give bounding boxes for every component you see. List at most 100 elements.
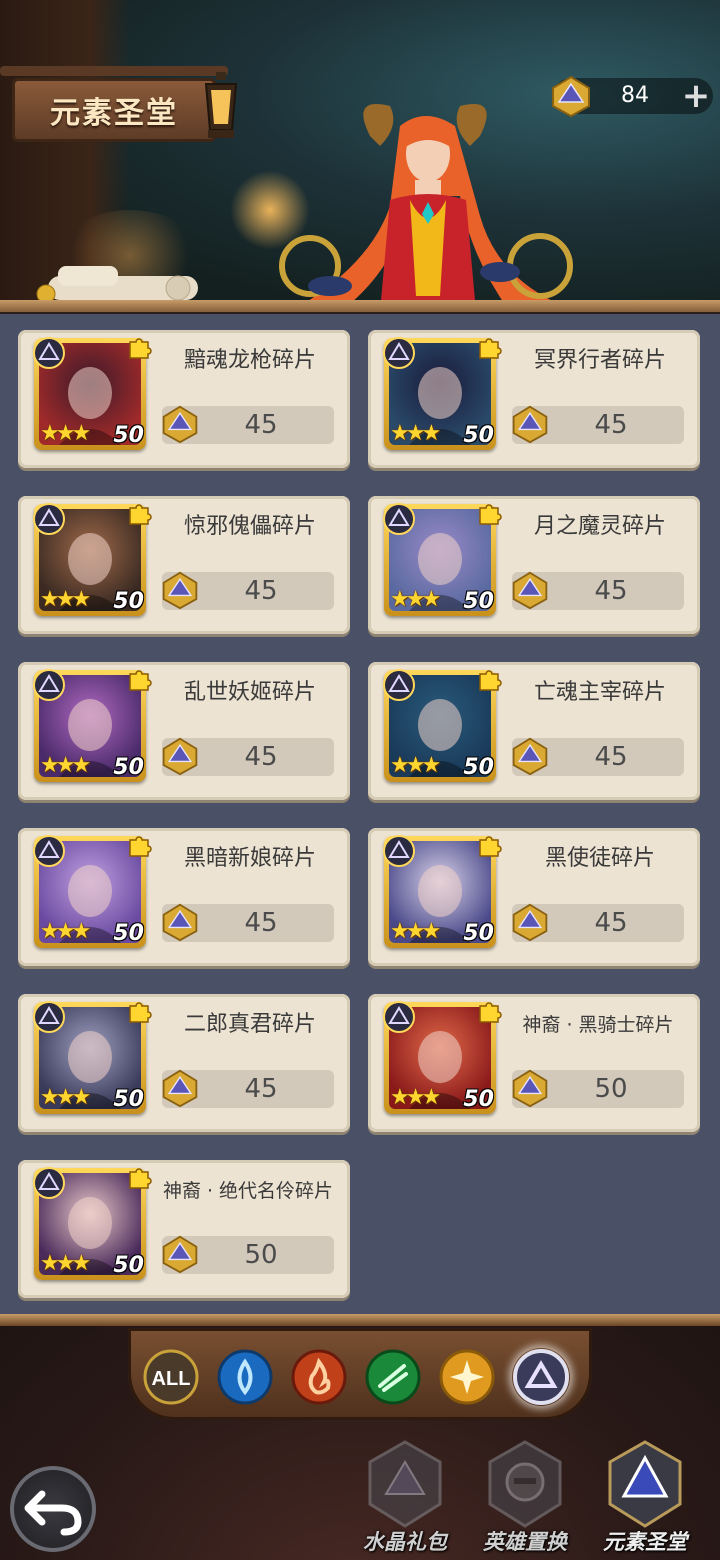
nav-label: 元素圣堂 xyxy=(603,1530,687,1554)
shop-item-card[interactable]: ★★★ 50 亡魂主宰碎片 45 xyxy=(368,662,700,800)
all-element-icon: ALL xyxy=(143,1349,199,1405)
item-name: 惊邪傀儡碎片 xyxy=(183,514,316,539)
fragment-puzzle-icon xyxy=(479,670,502,691)
item-price[interactable]: 45 xyxy=(162,737,334,776)
item-price[interactable]: 45 xyxy=(512,571,684,610)
star-rating: ★★★ xyxy=(40,1251,91,1276)
item-price[interactable]: 50 xyxy=(512,1069,684,1108)
hero-portrait: ★★★ 50 xyxy=(383,1001,502,1114)
item-name: 黯魂龙枪碎片 xyxy=(183,348,316,373)
dark-element-icon xyxy=(33,337,65,369)
filter-wind-button[interactable] xyxy=(364,1348,422,1406)
shop-item-card[interactable]: ★★★ 50 黑暗新娘碎片 45 xyxy=(18,828,350,966)
item-price[interactable]: 45 xyxy=(162,903,334,942)
elemental-crystal-icon xyxy=(162,405,198,444)
fragment-puzzle-icon xyxy=(129,504,152,525)
elemental-crystal-icon xyxy=(512,903,548,942)
add-currency-button[interactable]: + xyxy=(681,79,711,113)
item-name: 黑暗新娘碎片 xyxy=(183,846,316,871)
filter-fire-button[interactable] xyxy=(290,1348,348,1406)
hero-level: 50 xyxy=(113,755,144,780)
elemental-crystal-icon xyxy=(512,737,548,776)
item-name: 神裔 · 绝代名伶碎片 xyxy=(162,1180,334,1202)
hero-level: 50 xyxy=(113,921,144,946)
filter-light-button[interactable] xyxy=(438,1348,496,1406)
shop-item-card[interactable]: ★★★ 50 冥界行者碎片 45 xyxy=(368,330,700,468)
back-button[interactable] xyxy=(10,1466,96,1552)
shop-item-card[interactable]: ★★★ 50 黯魂龙枪碎片 45 xyxy=(18,330,350,468)
elemental-crystal-icon xyxy=(162,1069,198,1108)
hero-level: 50 xyxy=(463,589,494,614)
shop-item-list[interactable]: ★★★ 50 黯魂龙枪碎片 45 ★★★ 50 冥界行者碎片 45 ★★★ 50… xyxy=(0,314,720,1314)
dark-element-icon xyxy=(33,503,65,535)
shop-item-card[interactable]: ★★★ 50 神裔 · 黑骑士碎片 50 xyxy=(368,994,700,1132)
item-price[interactable]: 45 xyxy=(512,903,684,942)
price-value: 45 xyxy=(244,1074,278,1104)
item-name: 亡魂主宰碎片 xyxy=(533,680,666,705)
filter-all-button[interactable]: ALL xyxy=(142,1348,200,1406)
wind-element-icon xyxy=(365,1349,421,1405)
lantern-icon xyxy=(204,72,238,138)
nav-label: 水晶礼包 xyxy=(363,1530,447,1554)
elemental-crystal-icon xyxy=(512,571,548,610)
item-price[interactable]: 45 xyxy=(162,571,334,610)
elemental-crystal-icon xyxy=(552,75,590,118)
price-value: 50 xyxy=(594,1074,628,1104)
hero-portrait: ★★★ 50 xyxy=(33,835,152,948)
currency-amount: 84 xyxy=(621,83,649,108)
light-element-icon xyxy=(439,1349,495,1405)
fragment-puzzle-icon xyxy=(129,670,152,691)
item-price[interactable]: 45 xyxy=(162,405,334,444)
item-price[interactable]: 45 xyxy=(512,405,684,444)
hero-portrait: ★★★ 50 xyxy=(383,503,502,616)
item-name: 月之魔灵碎片 xyxy=(533,514,666,539)
filter-dark-button[interactable] xyxy=(512,1348,570,1406)
price-value: 45 xyxy=(244,742,278,772)
element-filter-bar: ALL xyxy=(128,1328,592,1420)
fragment-puzzle-icon xyxy=(129,836,152,857)
star-rating: ★★★ xyxy=(390,421,441,446)
filter-water-button[interactable] xyxy=(216,1348,274,1406)
shop-item-card[interactable]: ★★★ 50 神裔 · 绝代名伶碎片 50 xyxy=(18,1160,350,1298)
hero-portrait: ★★★ 50 xyxy=(383,669,502,782)
item-price[interactable]: 50 xyxy=(162,1235,334,1274)
hero-level: 50 xyxy=(113,1087,144,1112)
dark-element-icon xyxy=(383,835,415,867)
nav-label: 英雄置换 xyxy=(483,1530,567,1554)
filter-label: ALL xyxy=(152,1368,191,1390)
shop-item-card[interactable]: ★★★ 50 二郎真君碎片 45 xyxy=(18,994,350,1132)
item-price[interactable]: 45 xyxy=(162,1069,334,1108)
dark-element-icon xyxy=(33,1001,65,1033)
item-name: 黑使徒碎片 xyxy=(544,846,655,871)
item-price[interactable]: 45 xyxy=(512,737,684,776)
price-value: 45 xyxy=(594,908,628,938)
hero-level: 50 xyxy=(463,755,494,780)
fire-element-icon xyxy=(291,1349,347,1405)
hero-level: 50 xyxy=(463,921,494,946)
dark-element-icon xyxy=(383,669,415,701)
nav-crystal-pack[interactable]: 水晶礼包 xyxy=(350,1438,460,1558)
shop-item-card[interactable]: ★★★ 50 惊邪傀儡碎片 45 xyxy=(18,496,350,634)
fragment-puzzle-icon xyxy=(129,338,152,359)
hero-level: 50 xyxy=(113,423,144,448)
nav-hero-swap[interactable]: 英雄置换 xyxy=(470,1438,580,1558)
fragment-puzzle-icon xyxy=(479,338,502,359)
back-arrow-icon xyxy=(24,1490,82,1536)
item-name: 神裔 · 黑骑士碎片 xyxy=(522,1014,674,1036)
dark-element-icon xyxy=(513,1349,569,1405)
price-value: 45 xyxy=(244,576,278,606)
item-name: 二郎真君碎片 xyxy=(183,1012,316,1037)
hero-portrait: ★★★ 50 xyxy=(33,669,152,782)
element-sanctuary-icon xyxy=(608,1440,682,1528)
shop-item-card[interactable]: ★★★ 50 月之魔灵碎片 45 xyxy=(368,496,700,634)
header-border xyxy=(0,300,720,312)
price-value: 45 xyxy=(594,410,628,440)
star-rating: ★★★ xyxy=(390,919,441,944)
nav-element-sanctuary[interactable]: 元素圣堂 xyxy=(590,1438,700,1558)
shop-item-card[interactable]: ★★★ 50 黑使徒碎片 45 xyxy=(368,828,700,966)
star-rating: ★★★ xyxy=(390,587,441,612)
page-title: 元素圣堂 xyxy=(12,78,216,142)
shop-item-card[interactable]: ★★★ 50 乱世妖姬碎片 45 xyxy=(18,662,350,800)
elemental-crystal-icon xyxy=(162,737,198,776)
star-rating: ★★★ xyxy=(40,587,91,612)
